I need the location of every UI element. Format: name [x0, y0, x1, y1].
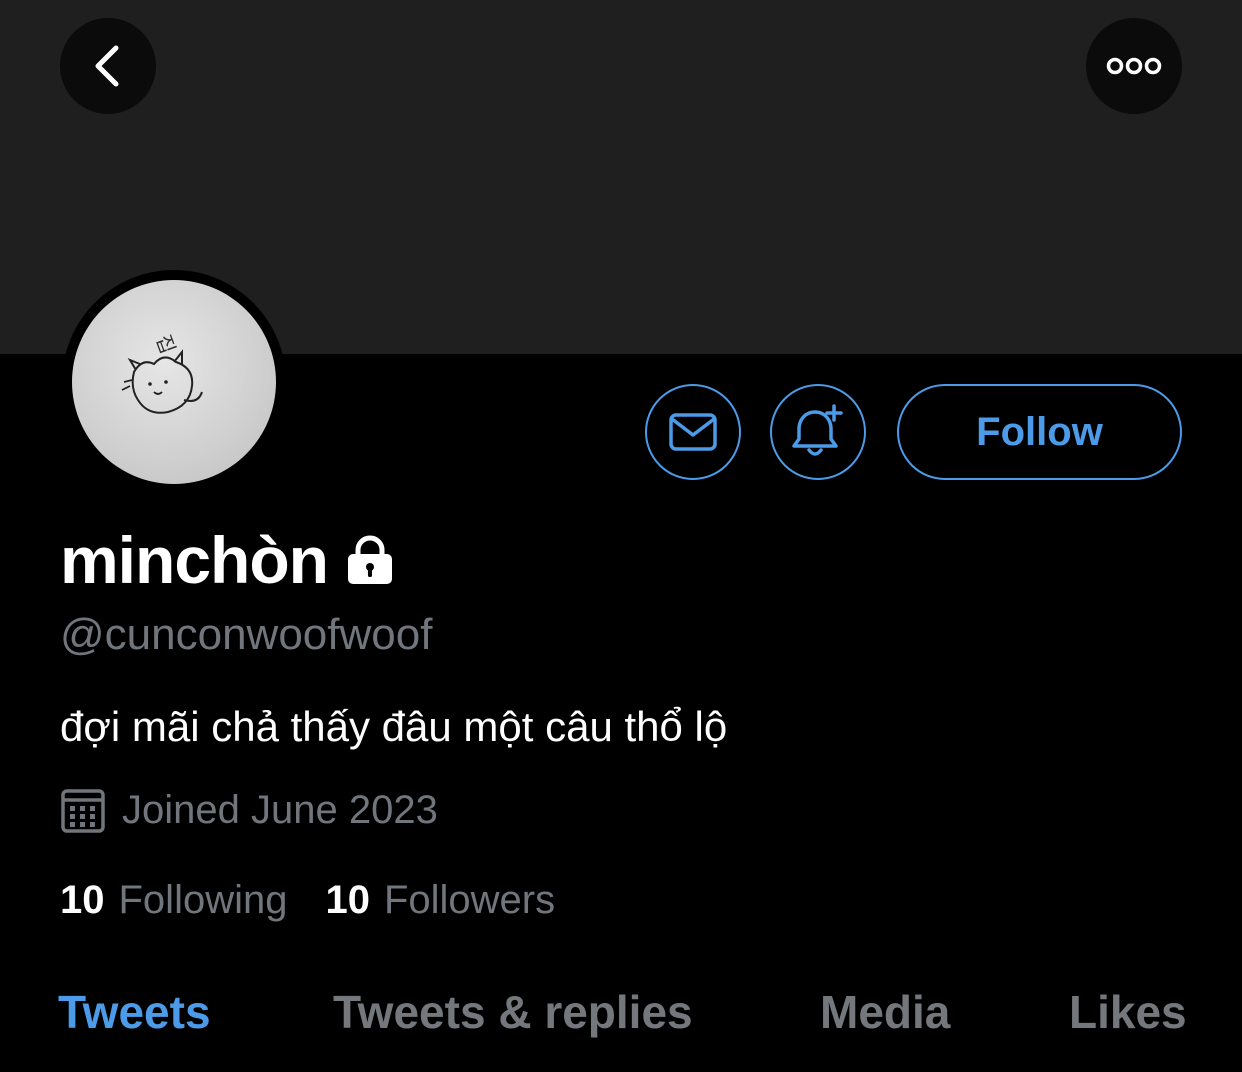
tab-tweets-replies[interactable]: Tweets & replies: [333, 985, 693, 1039]
stats-row: 10 Following 10 Followers: [60, 878, 555, 923]
back-button[interactable]: [60, 18, 156, 114]
bell-plus-icon: [792, 404, 843, 456]
followers-count: 10: [325, 878, 370, 922]
joined-date: Joined June 2023: [122, 787, 438, 832]
following-stat[interactable]: 10 Following: [60, 878, 287, 923]
notifications-button[interactable]: [770, 384, 866, 480]
followers-label: Followers: [383, 878, 556, 922]
lock-icon: [348, 535, 392, 584]
follow-button-label: Follow: [976, 409, 1103, 454]
svg-text:집: 집: [151, 332, 180, 358]
avatar-doodle: 집: [121, 332, 203, 414]
following-count: 10: [60, 878, 105, 922]
ellipsis-icon: [1106, 57, 1162, 75]
tab-media[interactable]: Media: [820, 985, 950, 1039]
profile-tabs: Tweets Tweets & replies Media Likes: [0, 985, 1242, 1055]
avatar[interactable]: 집: [72, 280, 276, 484]
followers-stat[interactable]: 10 Followers: [325, 878, 555, 923]
name-row: minchòn: [60, 522, 394, 598]
tab-likes[interactable]: Likes: [1069, 985, 1187, 1039]
joined-row: Joined June 2023: [60, 786, 438, 834]
tab-tweets[interactable]: Tweets: [58, 985, 211, 1039]
follow-button[interactable]: Follow: [897, 384, 1182, 480]
display-name: minchòn: [60, 523, 329, 597]
user-handle: @cunconwoofwoof: [60, 610, 433, 659]
message-button[interactable]: [645, 384, 741, 480]
chevron-left-icon: [95, 45, 119, 87]
calendar-icon: [61, 789, 105, 833]
mail-icon: [669, 413, 717, 451]
bio: đợi mãi chả thấy đâu một câu thổ lộ: [60, 703, 728, 750]
following-label: Following: [118, 878, 288, 922]
more-options-button[interactable]: [1086, 18, 1182, 114]
